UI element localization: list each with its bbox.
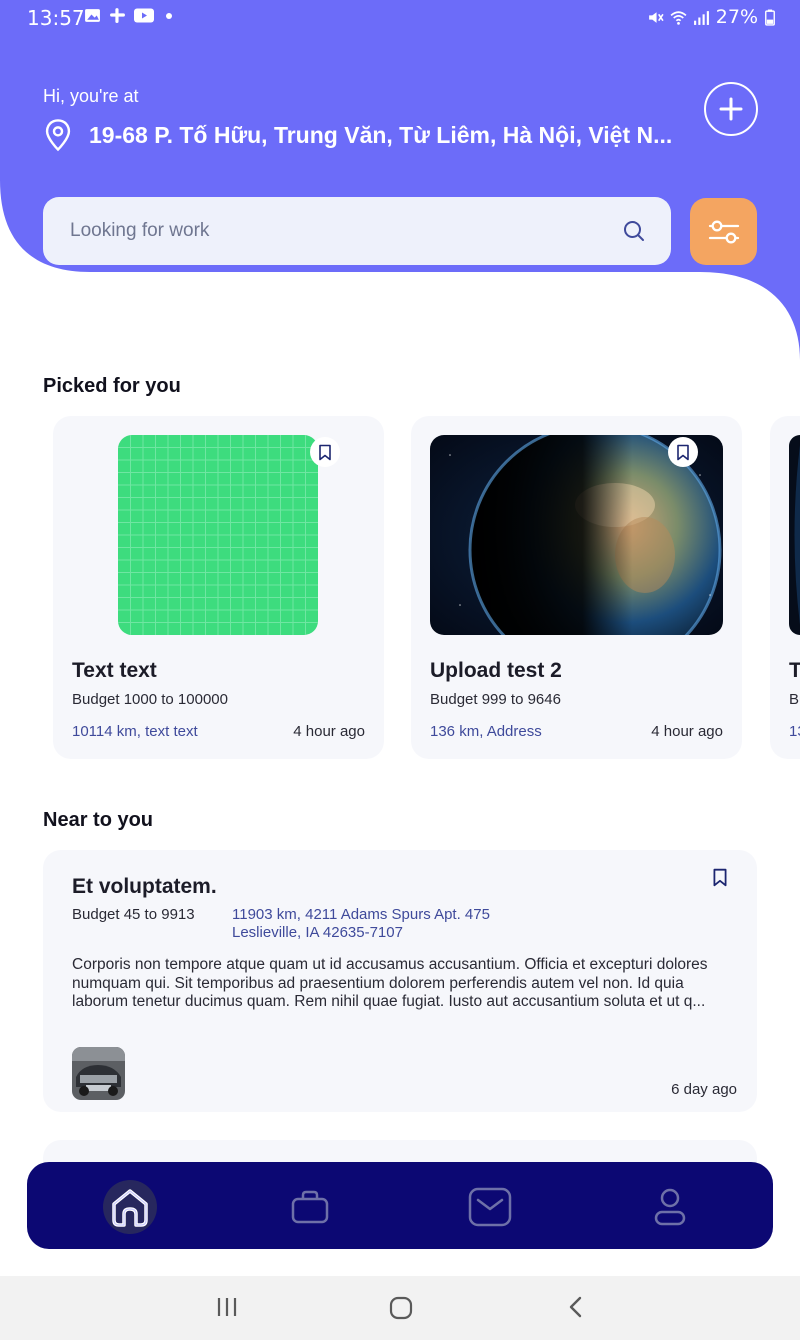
system-status-icons: 27% (647, 6, 776, 28)
recent-apps-icon[interactable] (216, 1295, 238, 1319)
greeting-text: Hi, you're at (43, 86, 139, 106)
home-icon (103, 1180, 157, 1234)
back-icon[interactable] (566, 1295, 586, 1319)
bookmark-button[interactable] (310, 437, 340, 467)
job-distance: 10114 km, text text (72, 723, 198, 740)
job-title: Et voluptatem. (72, 875, 217, 898)
status-bar: 13:57 27% (0, 0, 800, 34)
job-card[interactable]: Text text Budget 1000 to 100000 10114 km… (53, 416, 384, 759)
section-title-picked: Picked for you (43, 375, 181, 397)
job-card[interactable]: Upload test 2 Budget 999 to 9646 136 km,… (411, 416, 742, 759)
job-title: T (789, 659, 800, 682)
sliders-icon (708, 220, 739, 243)
job-image (118, 435, 318, 635)
job-address-line1: 11903 km, 4211 Adams Spurs Apt. 475 (232, 906, 490, 923)
plus-icon (719, 97, 743, 121)
header-background (0, 0, 800, 360)
bookmark-button[interactable] (668, 437, 698, 467)
search-placeholder: Looking for work (70, 220, 210, 241)
slack-icon (110, 8, 125, 23)
bookmark-icon[interactable] (712, 868, 728, 887)
signal-icon (693, 10, 709, 25)
job-thumbnail (72, 1047, 125, 1100)
gallery-icon (85, 9, 100, 22)
add-job-button[interactable] (704, 82, 758, 136)
job-address: 11903 km, 4211 Adams Spurs Apt. 475 Lesl… (232, 906, 532, 942)
nav-messages[interactable] (463, 1180, 517, 1234)
job-budget: Budget 1000 to 100000 (72, 691, 228, 708)
job-title: Text text (72, 659, 157, 682)
current-location[interactable]: 19-68 P. Tố Hữu, Trung Văn, Từ Liêm, Hà … (43, 118, 683, 152)
battery-percentage: 27% (715, 6, 758, 28)
job-image (789, 435, 800, 635)
job-card[interactable]: T Bu 13 (770, 416, 800, 759)
profile-icon (654, 1188, 686, 1226)
current-address: 19-68 P. Tố Hữu, Trung Văn, Từ Liêm, Hà … (89, 121, 673, 148)
nav-profile[interactable] (643, 1180, 697, 1234)
youtube-icon (134, 8, 154, 23)
job-description: Corporis non tempore atque quam ut id ac… (72, 956, 708, 1010)
job-posted-time: 4 hour ago (651, 723, 723, 740)
mute-icon (648, 11, 664, 23)
mail-icon (468, 1187, 512, 1227)
search-icon[interactable] (623, 220, 645, 242)
bottom-navigation (27, 1162, 773, 1249)
job-distance: 136 km, Address (430, 723, 542, 740)
car-image (72, 1047, 125, 1100)
section-title-near: Near to you (43, 809, 154, 831)
wifi-icon (670, 10, 687, 25)
filter-button[interactable] (690, 198, 757, 265)
job-budget: Bu (789, 691, 800, 708)
location-pin-icon (45, 119, 71, 152)
earth-image (789, 435, 800, 635)
nav-jobs[interactable] (283, 1180, 337, 1234)
job-budget: Budget 999 to 9646 (430, 691, 561, 708)
job-budget: Budget 45 to 9913 (72, 906, 195, 923)
briefcase-icon (291, 1190, 329, 1224)
job-address-line2: Leslieville, IA 42635-7107 (232, 924, 403, 941)
bookmark-icon (677, 444, 689, 460)
battery-icon (765, 9, 775, 26)
dot-icon (166, 12, 172, 19)
job-distance: 13 (789, 723, 800, 740)
job-posted-time: 6 day ago (671, 1081, 737, 1098)
near-job-card[interactable]: Et voluptatem. Budget 45 to 9913 11903 k… (43, 850, 757, 1112)
job-title: Upload test 2 (430, 659, 562, 682)
home-circle-icon[interactable] (389, 1296, 413, 1320)
notification-icons (84, 7, 172, 24)
job-posted-time: 4 hour ago (293, 723, 365, 740)
bookmark-icon (319, 444, 331, 460)
green-grid-image (118, 435, 318, 635)
nav-home[interactable] (103, 1180, 157, 1234)
search-input[interactable]: Looking for work (43, 197, 671, 265)
system-navigation-bar (0, 1276, 800, 1340)
status-time: 13:57 (27, 6, 85, 30)
